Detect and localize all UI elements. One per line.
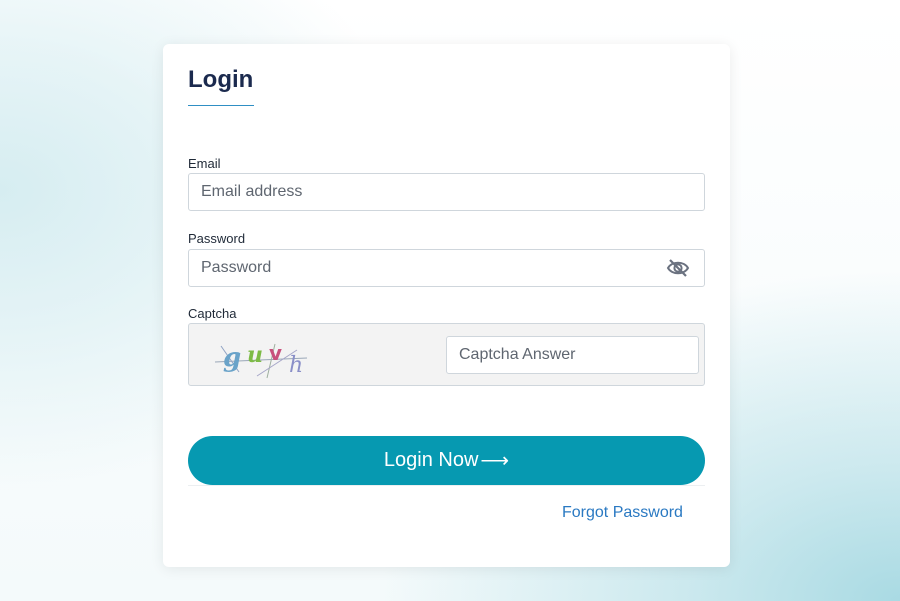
captcha-label: Captcha bbox=[188, 306, 237, 321]
login-now-label: Login Now bbox=[383, 449, 479, 471]
title-underline bbox=[188, 105, 254, 106]
login-card: Login Email Password Captcha g u v h Log… bbox=[163, 44, 730, 567]
arrow-right-icon: ⟶ bbox=[480, 449, 510, 472]
svg-text:v: v bbox=[269, 341, 282, 365]
eye-slash-icon[interactable] bbox=[665, 257, 691, 279]
captcha-answer-input[interactable] bbox=[446, 336, 699, 374]
svg-text:h: h bbox=[289, 353, 303, 378]
email-input[interactable] bbox=[188, 173, 705, 211]
password-label: Password bbox=[188, 231, 246, 246]
forgot-password-link[interactable]: Forgot Password bbox=[562, 504, 683, 522]
svg-text:g: g bbox=[223, 343, 241, 373]
captcha-box: g u v h bbox=[188, 323, 705, 386]
login-title: Login bbox=[188, 66, 254, 93]
svg-text:u: u bbox=[247, 342, 263, 368]
divider bbox=[188, 485, 705, 486]
email-label: Email bbox=[188, 156, 221, 171]
captcha-image: g u v h bbox=[214, 341, 308, 379]
login-now-button[interactable]: Login Now ⟶ bbox=[188, 436, 705, 485]
password-input[interactable] bbox=[188, 249, 705, 287]
